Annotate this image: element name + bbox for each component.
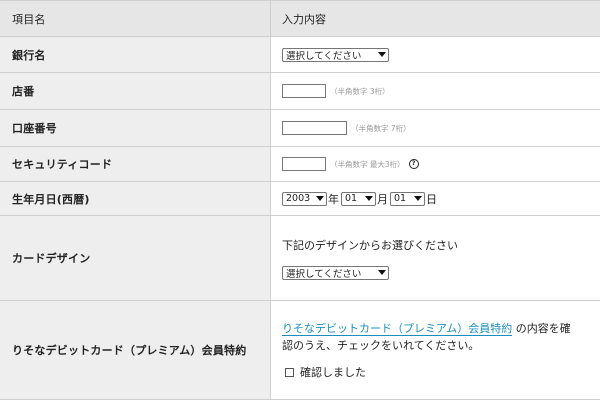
confirm-checkbox[interactable] [285, 367, 294, 377]
confirm-checkbox-row: 確認しました [285, 364, 366, 381]
bank-label: 銀行名 [0, 37, 271, 72]
branch-cell: （半角数字 3桁） [271, 73, 600, 109]
birth-day-select[interactable]: 01 [390, 191, 425, 206]
birthdate-label: 生年月日(西暦) [0, 182, 271, 215]
chevron-down-icon [316, 196, 324, 201]
security-label: セキュリティコード [0, 147, 271, 181]
day-unit: 日 [426, 192, 437, 206]
terms-label: りそなデビットカード（プレミアム）会員特約 [0, 301, 271, 399]
chevron-down-icon [365, 196, 373, 201]
bank-select-value: 選択してください [286, 50, 362, 62]
bank-row: 銀行名 選択してください [0, 37, 600, 73]
birth-month-value: 01 [345, 193, 358, 204]
birth-year-select[interactable]: 2003 [282, 191, 327, 206]
card-design-instruction: 下記のデザインからお選びください [282, 238, 458, 252]
terms-group: りそなデビットカード（プレミアム）会員特約 の内容を確 認のうえ、チェックをいれ… [282, 320, 571, 381]
card-design-select-value: 選択してください [286, 268, 362, 280]
branch-row: 店番 （半角数字 3桁） [0, 73, 600, 110]
month-unit: 月 [377, 192, 388, 206]
security-cell: （半角数字 最大3桁） ? [271, 147, 600, 181]
card-design-row: カードデザイン 下記のデザインからお選びください 選択してください [0, 216, 600, 301]
confirm-checkbox-label[interactable]: 確認しました [300, 364, 366, 381]
birth-day-value: 01 [394, 193, 407, 204]
help-icon[interactable]: ? [408, 159, 419, 169]
chevron-down-icon [378, 52, 386, 57]
terms-line-2: 認のうえ、チェックをいれてください。 [282, 338, 480, 352]
birthdate-row: 生年月日(西暦) 2003 年 01 月 01 日 [0, 182, 600, 216]
header-item-name: 項目名 [0, 1, 271, 36]
account-number-input[interactable] [282, 121, 347, 135]
account-hint: （半角数字 7桁） [351, 123, 411, 133]
bank-cell: 選択してください [271, 37, 600, 72]
application-form-table: 項目名 入力内容 銀行名 選択してください 店番 （半角数字 3桁） 口座番号 … [0, 0, 600, 400]
table-header-row: 項目名 入力内容 [0, 1, 600, 37]
birthdate-cell: 2003 年 01 月 01 日 [271, 182, 600, 215]
card-design-cell: 下記のデザインからお選びください 選択してください [271, 216, 600, 300]
security-code-input[interactable] [282, 157, 326, 171]
card-design-label: カードデザイン [0, 216, 271, 300]
terms-row: りそなデビットカード（プレミアム）会員特約 りそなデビットカード（プレミアム）会… [0, 301, 600, 400]
account-label: 口座番号 [0, 110, 271, 146]
birth-year-value: 2003 [286, 193, 311, 204]
card-design-group: 下記のデザインからお選びください 選択してください [282, 237, 458, 280]
terms-link[interactable]: りそなデビットカード（プレミアム）会員特約 [282, 321, 513, 336]
account-cell: （半角数字 7桁） [271, 110, 600, 146]
branch-label: 店番 [0, 73, 271, 109]
year-unit: 年 [328, 192, 339, 206]
chevron-down-icon [378, 270, 386, 275]
birth-month-select[interactable]: 01 [341, 191, 376, 206]
chevron-down-icon [414, 196, 422, 201]
security-row: セキュリティコード （半角数字 最大3桁） ? [0, 147, 600, 182]
security-hint: （半角数字 最大3桁） [330, 159, 405, 169]
terms-text-after-link: の内容を確 [515, 321, 571, 335]
header-input-content: 入力内容 [271, 1, 600, 36]
terms-line-1: りそなデビットカード（プレミアム）会員特約 の内容を確 [282, 320, 571, 337]
card-design-select[interactable]: 選択してください [282, 265, 389, 280]
bank-select[interactable]: 選択してください [282, 47, 389, 62]
terms-cell: りそなデビットカード（プレミアム）会員特約 の内容を確 認のうえ、チェックをいれ… [271, 301, 600, 399]
account-row: 口座番号 （半角数字 7桁） [0, 110, 600, 147]
branch-number-input[interactable] [282, 84, 326, 98]
branch-hint: （半角数字 3桁） [330, 86, 390, 96]
